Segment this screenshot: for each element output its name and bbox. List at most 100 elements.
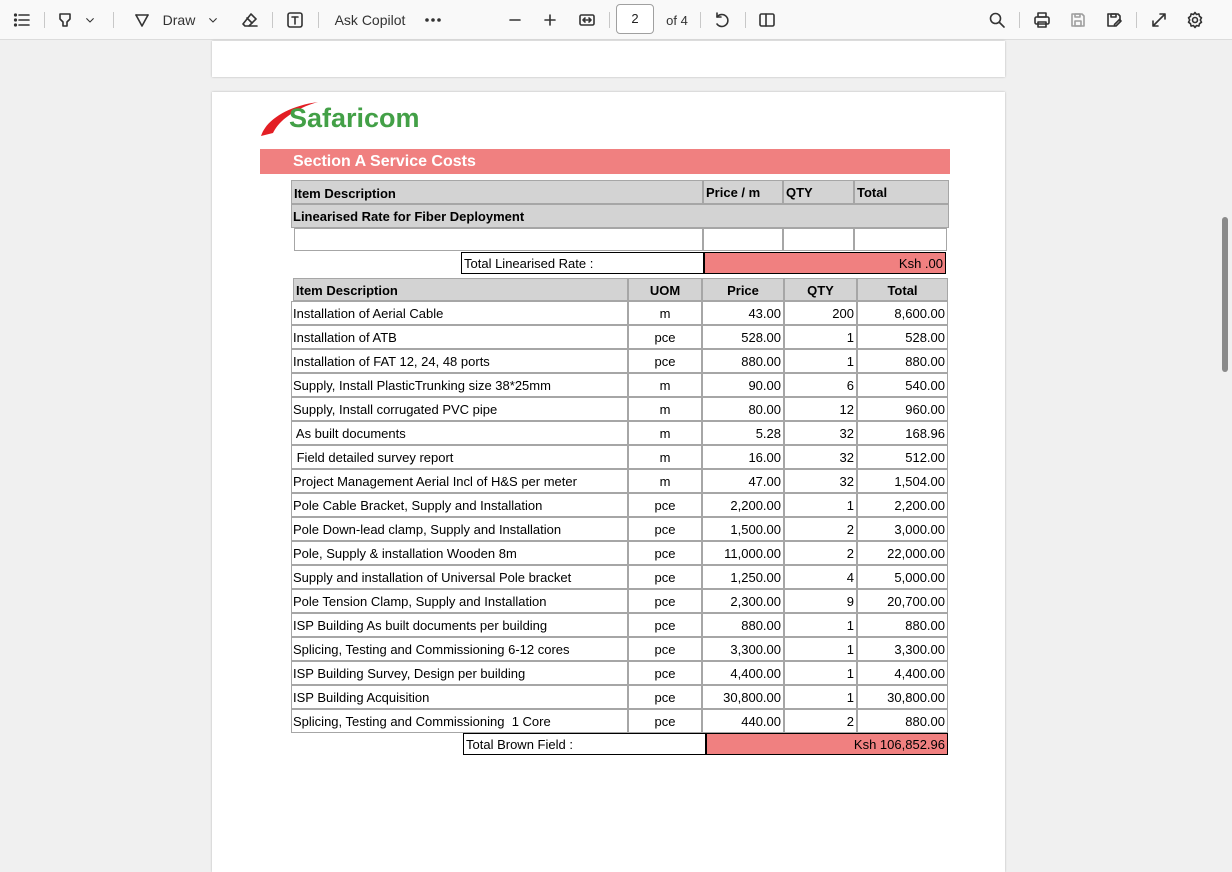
- cell-uom: pce: [628, 493, 702, 517]
- brown-field-total-value: Ksh 106,852.96: [706, 733, 948, 755]
- cell-price: 80.00: [702, 397, 784, 421]
- cell-item: ISP Building Acquisition: [291, 685, 628, 709]
- cell-total: 22,000.00: [857, 541, 948, 565]
- cell-item: ISP Building As built documents per buil…: [291, 613, 628, 637]
- cell-total: 960.00: [857, 397, 948, 421]
- toolbar-divider: [1136, 12, 1137, 28]
- cell-qty: 12: [784, 397, 857, 421]
- cell-total: 880.00: [857, 613, 948, 637]
- linearised-total-label: Total Linearised Rate :: [461, 252, 704, 274]
- cell-price: 90.00: [702, 373, 784, 397]
- cell-uom: pce: [628, 349, 702, 373]
- cell-price: 3,300.00: [702, 637, 784, 661]
- header-total: Total: [857, 278, 948, 301]
- brand-name: Safaricom: [289, 103, 420, 133]
- toolbar-divider: [700, 12, 701, 28]
- page-number-input[interactable]: 2: [616, 4, 654, 34]
- empty-cell: [294, 228, 703, 251]
- cell-item: Field detailed survey report: [291, 445, 628, 469]
- cell-uom: pce: [628, 325, 702, 349]
- cell-qty: 2: [784, 517, 857, 541]
- header-price: Price: [702, 278, 784, 301]
- cell-total: 5,000.00: [857, 565, 948, 589]
- highlight-icon[interactable]: [54, 0, 76, 40]
- cell-qty: 1: [784, 637, 857, 661]
- cell-uom: pce: [628, 637, 702, 661]
- cell-total: 20,700.00: [857, 589, 948, 613]
- search-icon[interactable]: [985, 0, 1009, 40]
- cell-price: 30,800.00: [702, 685, 784, 709]
- cell-price: 2,300.00: [702, 589, 784, 613]
- settings-gear-icon[interactable]: [1183, 0, 1207, 40]
- cell-item: Pole, Supply & installation Wooden 8m: [291, 541, 628, 565]
- section-title: Section A Service Costs: [293, 153, 476, 170]
- cell-qty: 1: [784, 349, 857, 373]
- cell-item: Pole Down-lead clamp, Supply and Install…: [291, 517, 628, 541]
- cell-uom: pce: [628, 613, 702, 637]
- toolbar-divider: [1019, 12, 1020, 28]
- rotate-icon[interactable]: [710, 0, 734, 40]
- header-qty: QTY: [783, 180, 854, 204]
- toolbar-divider: [609, 12, 610, 28]
- vertical-scrollbar[interactable]: [1222, 217, 1228, 372]
- cell-qty: 4: [784, 565, 857, 589]
- cell-price: 1,250.00: [702, 565, 784, 589]
- linearised-row-label: Linearised Rate for Fiber Deployment: [291, 204, 949, 228]
- zoom-in-icon[interactable]: [538, 0, 562, 40]
- draw-button[interactable]: Draw: [160, 0, 198, 40]
- cell-item: Splicing, Testing and Commissioning 1 Co…: [291, 709, 628, 733]
- cell-price: 880.00: [702, 613, 784, 637]
- text-box-icon[interactable]: [283, 0, 307, 40]
- contents-icon[interactable]: [10, 0, 34, 40]
- brown-field-total-label: Total Brown Field :: [463, 733, 706, 755]
- cell-uom: pce: [628, 565, 702, 589]
- cell-uom: pce: [628, 517, 702, 541]
- chevron-down-icon[interactable]: [82, 0, 98, 40]
- cell-total: 4,400.00: [857, 661, 948, 685]
- print-icon[interactable]: [1030, 0, 1054, 40]
- fit-width-icon[interactable]: [575, 0, 599, 40]
- cell-qty: 1: [784, 325, 857, 349]
- cell-item: Pole Tension Clamp, Supply and Installat…: [291, 589, 628, 613]
- header-item-description: Item Description: [293, 278, 628, 301]
- cell-total: 3,300.00: [857, 637, 948, 661]
- cell-price: 440.00: [702, 709, 784, 733]
- cell-total: 512.00: [857, 445, 948, 469]
- cell-total: 880.00: [857, 349, 948, 373]
- cell-qty: 1: [784, 613, 857, 637]
- cell-item: Supply, Install corrugated PVC pipe: [291, 397, 628, 421]
- cell-uom: m: [628, 397, 702, 421]
- cell-qty: 32: [784, 469, 857, 493]
- zoom-out-icon[interactable]: [503, 0, 527, 40]
- fullscreen-icon[interactable]: [1147, 0, 1171, 40]
- cell-qty: 1: [784, 661, 857, 685]
- cell-price: 47.00: [702, 469, 784, 493]
- cell-item: ISP Building Survey, Design per building: [291, 661, 628, 685]
- cell-price: 4,400.00: [702, 661, 784, 685]
- cell-qty: 1: [784, 493, 857, 517]
- save-as-icon[interactable]: [1102, 0, 1126, 40]
- header-item-description: Item Description: [291, 180, 703, 204]
- eraser-icon[interactable]: [238, 0, 262, 40]
- toolbar-divider: [745, 12, 746, 28]
- cell-uom: m: [628, 373, 702, 397]
- cell-uom: m: [628, 301, 702, 325]
- cell-total: 8,600.00: [857, 301, 948, 325]
- chevron-down-icon[interactable]: [205, 0, 221, 40]
- cell-qty: 32: [784, 421, 857, 445]
- cell-item: Supply and installation of Universal Pol…: [291, 565, 628, 589]
- cell-item: Installation of FAT 12, 24, 48 ports: [291, 349, 628, 373]
- cell-uom: pce: [628, 661, 702, 685]
- cell-item: Installation of ATB: [291, 325, 628, 349]
- ask-copilot-button[interactable]: Ask Copilot: [330, 0, 410, 40]
- page-view-icon[interactable]: [755, 0, 779, 40]
- toolbar-divider: [44, 12, 45, 28]
- cell-uom: m: [628, 445, 702, 469]
- draw-icon[interactable]: [130, 0, 154, 40]
- more-options-icon[interactable]: [421, 0, 445, 40]
- cell-uom: m: [628, 469, 702, 493]
- toolbar-divider: [113, 12, 114, 28]
- linearised-total-value: Ksh .00: [704, 252, 946, 274]
- save-icon[interactable]: [1066, 0, 1090, 40]
- empty-cell: [854, 228, 947, 251]
